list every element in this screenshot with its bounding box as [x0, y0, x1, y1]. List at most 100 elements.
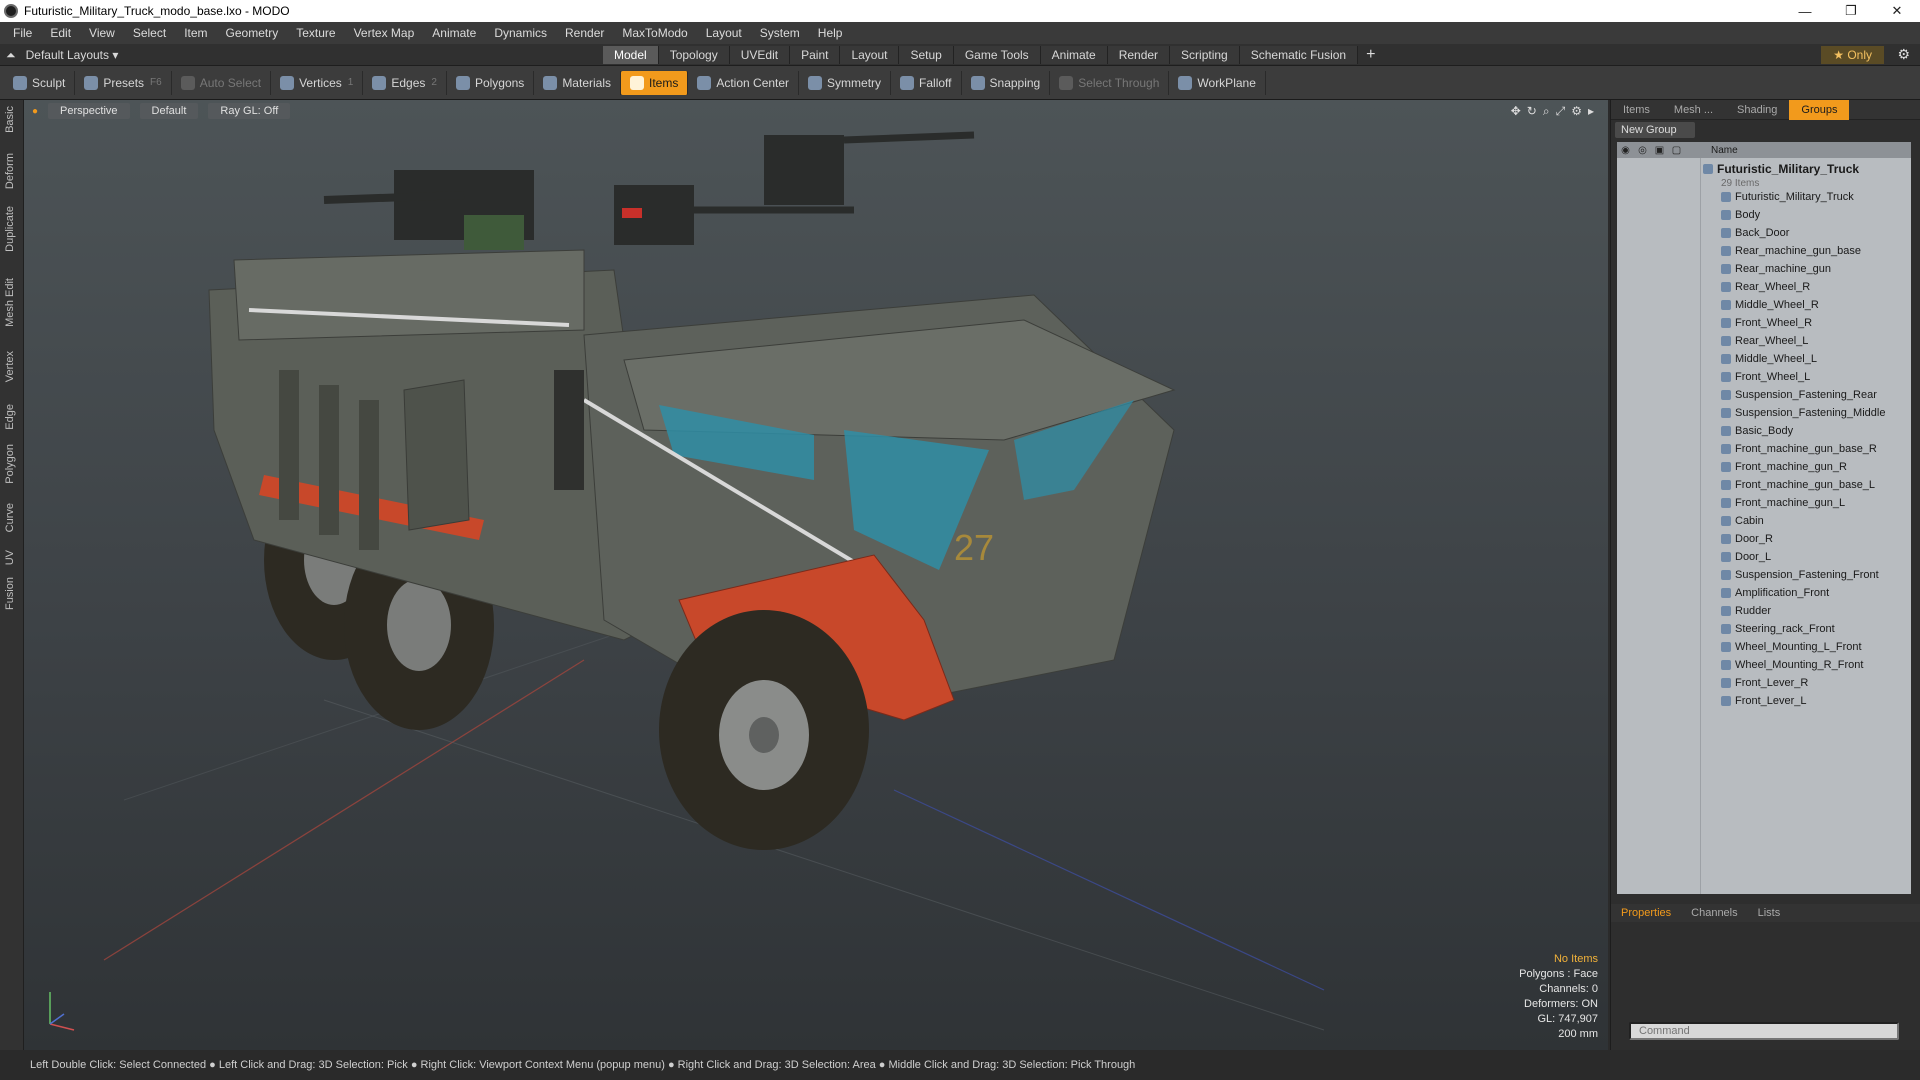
panel-tab-mesh[interactable]: Mesh ...: [1662, 100, 1725, 120]
group-item-row[interactable]: Door_R: [1721, 530, 1773, 548]
tab-schematic-fusion[interactable]: Schematic Fusion: [1239, 46, 1359, 64]
only-button[interactable]: ★ Only: [1821, 46, 1884, 64]
group-item-row[interactable]: Rear_machine_gun_base: [1721, 242, 1861, 260]
group-item-row[interactable]: Front_machine_gun_base_R: [1721, 440, 1877, 458]
group-item-row[interactable]: Body: [1721, 206, 1760, 224]
group-item-row[interactable]: Rudder: [1721, 602, 1771, 620]
group-item-row[interactable]: Front_Wheel_R: [1721, 314, 1812, 332]
bottom-tab-channels[interactable]: Channels: [1681, 904, 1747, 922]
edges-mode-button[interactable]: Edges 2: [363, 70, 447, 95]
visibility-column-icon[interactable]: ◉: [1617, 145, 1634, 156]
menu-render[interactable]: Render: [556, 26, 613, 40]
group-item-row[interactable]: Basic_Body: [1721, 422, 1793, 440]
rotate-icon[interactable]: ↻: [1527, 104, 1537, 119]
collapse-arrow-icon[interactable]: ⏶: [6, 48, 16, 63]
tab-animate[interactable]: Animate: [1040, 46, 1108, 64]
menu-vertex-map[interactable]: Vertex Map: [345, 26, 424, 40]
strip-tab-basic[interactable]: Basic: [4, 106, 16, 133]
panel-tab-items[interactable]: Items: [1611, 100, 1662, 120]
group-item-row[interactable]: Steering_rack_Front: [1721, 620, 1835, 638]
menu-geometry[interactable]: Geometry: [217, 26, 288, 40]
group-item-row[interactable]: Wheel_Mounting_R_Front: [1721, 656, 1863, 674]
workplane-button[interactable]: WorkPlane: [1169, 70, 1266, 95]
group-item-row[interactable]: Rear_Wheel_L: [1721, 332, 1808, 350]
strip-tab-fusion[interactable]: Fusion: [4, 577, 16, 610]
default-layouts-dropdown[interactable]: Default Layouts ▾: [26, 48, 119, 62]
shading-dropdown[interactable]: Default: [139, 103, 199, 119]
bottom-tab-lists[interactable]: Lists: [1748, 904, 1791, 922]
tab-setup[interactable]: Setup: [899, 46, 954, 64]
group-item-row[interactable]: Suspension_Fastening_Front: [1721, 566, 1879, 584]
lock-column-icon[interactable]: ▣: [1651, 145, 1668, 156]
strip-tab-mesh-edit[interactable]: Mesh Edit: [4, 278, 16, 327]
select-through-button[interactable]: Select Through: [1050, 70, 1170, 95]
strip-tab-duplicate[interactable]: Duplicate: [4, 206, 16, 252]
group-item-row[interactable]: Futuristic_Military_Truck: [1721, 188, 1854, 206]
group-item-row[interactable]: Suspension_Fastening_Middle: [1721, 404, 1885, 422]
group-item-row[interactable]: Middle_Wheel_L: [1721, 350, 1817, 368]
group-item-row[interactable]: Front_machine_gun_base_L: [1721, 476, 1875, 494]
minimize-button[interactable]: —: [1782, 0, 1828, 22]
tab-uvedit[interactable]: UVEdit: [729, 46, 791, 64]
add-tab-icon[interactable]: +: [1366, 46, 1375, 64]
group-item-row[interactable]: Back_Door: [1721, 224, 1789, 242]
pan-icon[interactable]: ✥: [1511, 104, 1521, 119]
menu-animate[interactable]: Animate: [423, 26, 485, 40]
menu-dynamics[interactable]: Dynamics: [485, 26, 556, 40]
3d-viewport[interactable]: 27 ● Perspective Default Ray GL: Off ✥ ↻…: [24, 100, 1608, 1050]
menu-help[interactable]: Help: [809, 26, 852, 40]
raygl-toggle[interactable]: Ray GL: Off: [208, 103, 291, 119]
menu-texture[interactable]: Texture: [287, 26, 344, 40]
menu-system[interactable]: System: [751, 26, 809, 40]
group-item-row[interactable]: Front_Lever_L: [1721, 692, 1807, 710]
close-button[interactable]: ✕: [1874, 0, 1920, 22]
group-item-row[interactable]: Front_machine_gun_L: [1721, 494, 1845, 512]
auto-select-button[interactable]: Auto Select: [172, 70, 272, 95]
menu-edit[interactable]: Edit: [41, 26, 80, 40]
bottom-tab-properties[interactable]: Properties: [1611, 904, 1681, 922]
group-item-row[interactable]: Wheel_Mounting_L_Front: [1721, 638, 1862, 656]
group-item-row[interactable]: Front_machine_gun_R: [1721, 458, 1847, 476]
menu-layout[interactable]: Layout: [697, 26, 751, 40]
tab-model[interactable]: Model: [603, 46, 659, 64]
group-item-row[interactable]: Suspension_Fastening_Rear: [1721, 386, 1877, 404]
snapping-button[interactable]: Snapping: [962, 70, 1051, 95]
menu-file[interactable]: File: [4, 26, 41, 40]
group-item-row[interactable]: Front_Wheel_L: [1721, 368, 1810, 386]
symmetry-button[interactable]: Symmetry: [799, 70, 892, 95]
group-item-row[interactable]: Door_L: [1721, 548, 1771, 566]
panel-tab-shading[interactable]: Shading: [1725, 100, 1789, 120]
gear-icon[interactable]: ⚙: [1897, 46, 1910, 63]
menu-view[interactable]: View: [80, 26, 124, 40]
select-column-icon[interactable]: ▢: [1668, 145, 1685, 156]
zoom-icon[interactable]: ⌕: [1543, 104, 1550, 119]
viewport-menu-dot-icon[interactable]: ●: [32, 106, 38, 117]
menu-item[interactable]: Item: [175, 26, 216, 40]
panel-tab-groups[interactable]: Groups: [1789, 99, 1850, 120]
menu-select[interactable]: Select: [124, 26, 175, 40]
items-mode-button[interactable]: Items: [621, 70, 689, 95]
tab-render[interactable]: Render: [1107, 46, 1171, 64]
sculpt-button[interactable]: Sculpt: [4, 70, 76, 95]
group-item-row[interactable]: Amplification_Front: [1721, 584, 1829, 602]
group-item-row[interactable]: Middle_Wheel_R: [1721, 296, 1819, 314]
strip-tab-polygon[interactable]: Polygon: [4, 444, 16, 484]
group-item-row[interactable]: Front_Lever_R: [1721, 674, 1808, 692]
falloff-button[interactable]: Falloff: [891, 70, 962, 95]
group-item-row[interactable]: Cabin: [1721, 512, 1764, 530]
action-center-button[interactable]: Action Center: [688, 70, 800, 95]
materials-mode-button[interactable]: Materials: [534, 70, 621, 95]
name-column-header[interactable]: Name: [1711, 145, 1738, 156]
tab-topology[interactable]: Topology: [658, 46, 730, 64]
tab-scripting[interactable]: Scripting: [1170, 46, 1240, 64]
menu-maxtomodo[interactable]: MaxToModo: [613, 26, 696, 40]
vertices-mode-button[interactable]: Vertices 1: [271, 70, 364, 95]
group-item-row[interactable]: Rear_machine_gun: [1721, 260, 1831, 278]
tab-paint[interactable]: Paint: [790, 46, 841, 64]
viewport-settings-icon[interactable]: ⚙: [1571, 104, 1582, 119]
strip-tab-uv[interactable]: UV: [4, 550, 16, 565]
fit-icon[interactable]: ⤢: [1556, 104, 1566, 119]
strip-tab-curve[interactable]: Curve: [4, 503, 16, 532]
command-input[interactable]: [1629, 1022, 1899, 1040]
maximize-button[interactable]: ❐: [1828, 0, 1874, 22]
